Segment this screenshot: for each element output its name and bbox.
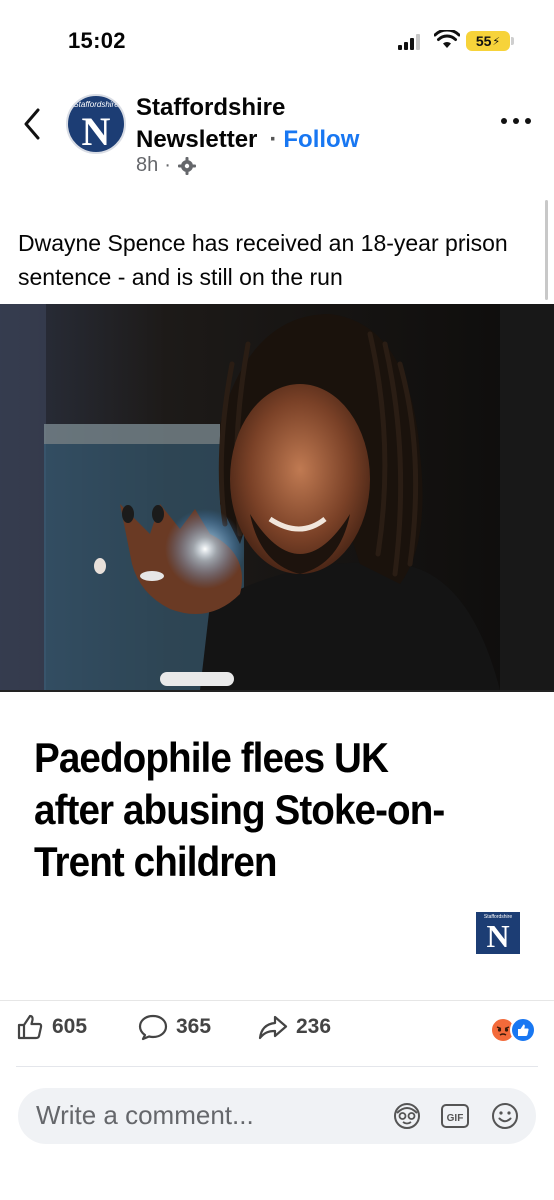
comment-composer[interactable]: GIF [18,1088,536,1144]
photo-image [0,304,554,690]
thumbs-up-icon [17,1014,43,1040]
reaction-summary[interactable] [490,1017,538,1045]
page-avatar[interactable]: Staffordshire N [66,94,126,154]
comment-input[interactable] [36,1100,376,1131]
engagement-bar: 605 365 236 [0,1000,554,1054]
logo-letter: N [486,918,510,954]
article-headline: Paedophile flees UK after abusing Stoke-… [34,734,445,885]
cellular-signal-icon [398,34,420,50]
separator-dot: · [269,126,278,153]
comment-count: 365 [176,1015,212,1038]
battery-indicator: 55 ⚡ [466,31,510,51]
post-meta: 8h · [136,154,197,177]
gif-icon[interactable]: GIF [440,1101,470,1131]
share-arrow-icon [258,1015,288,1040]
post-header: Staffordshire N Staffordshire Newsletter… [0,86,554,186]
like-reaction-icon [510,1017,536,1043]
post-caption: Dwayne Spence has received an 18-year pr… [18,230,508,290]
chevron-left-icon[interactable] [20,104,44,144]
charging-bolt-icon: ⚡ [492,35,501,48]
battery-cap [511,37,514,45]
page-name[interactable]: Staffordshire Newsletter · Follow [136,92,359,156]
status-time: 15:02 [68,28,126,53]
like-count: 605 [52,1015,88,1038]
scrollbar[interactable] [545,200,548,300]
page-name-line1: Staffordshire [136,94,286,121]
share-count: 236 [296,1015,332,1038]
svg-text:GIF: GIF [447,1113,464,1124]
like-button[interactable]: 605 [16,1013,87,1041]
avatar-sticker-icon[interactable] [392,1101,422,1131]
more-horizontal-icon[interactable] [498,114,534,128]
comment-bubble-icon [138,1014,168,1041]
follow-button[interactable]: Follow [283,124,359,156]
comment-button[interactable]: 365 [138,1013,211,1041]
battery-level: 55 [475,33,492,49]
page-name-line2: Newsletter [136,126,258,153]
publisher-logo: Staffordshire N [476,912,520,954]
gear-icon [177,156,196,175]
status-bar: 15:02 55 ⚡ [0,0,554,80]
smiley-icon[interactable] [490,1101,520,1131]
post-timestamp[interactable]: 8h [136,154,158,177]
share-button[interactable]: 236 [258,1013,331,1041]
post-photo[interactable] [0,304,554,690]
meta-separator: · [164,154,171,176]
wifi-icon [434,30,460,48]
avatar-letter: N [81,109,111,154]
divider [16,1066,538,1067]
article-card[interactable]: Paedophile flees UK after abusing Stoke-… [0,690,554,995]
